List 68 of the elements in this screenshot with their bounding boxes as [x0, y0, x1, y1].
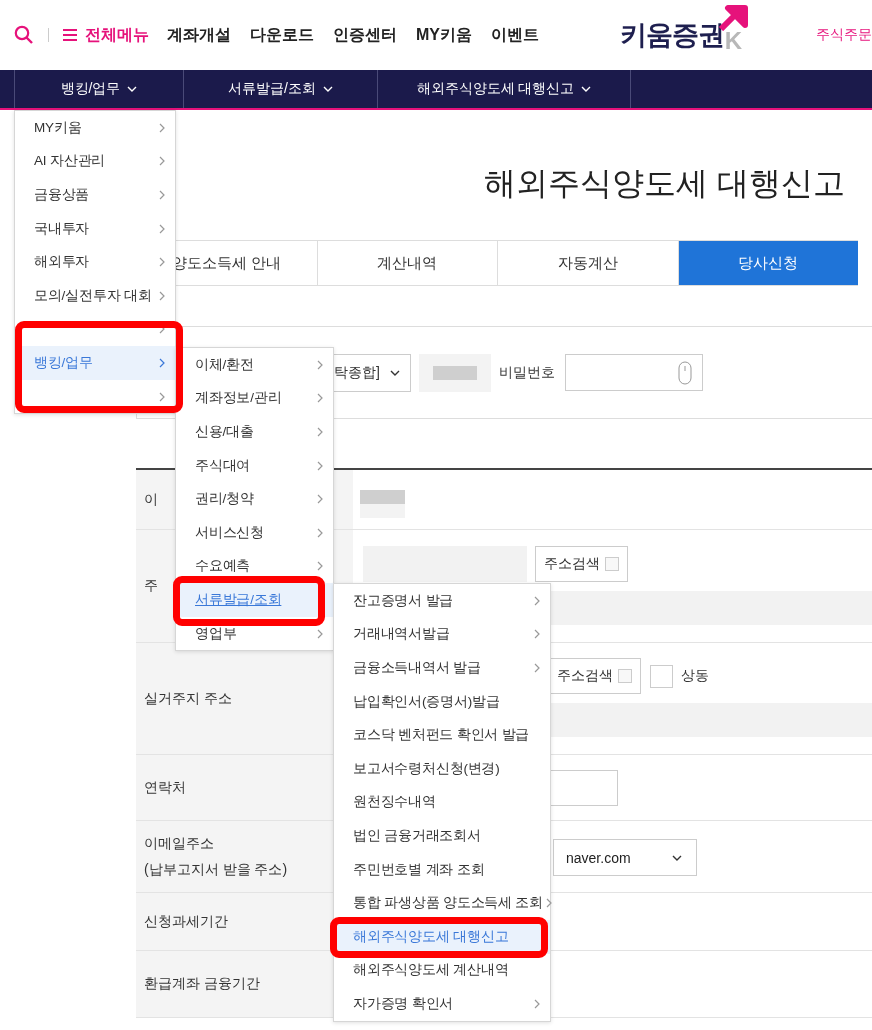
- menu-item[interactable]: 계좌정보/관리: [195, 389, 282, 408]
- menu-item[interactable]: 권리/청약: [195, 490, 254, 509]
- tab[interactable]: 당사신청: [677, 241, 858, 285]
- menu-item[interactable]: 해외주식양도세 계산내역: [353, 961, 509, 980]
- chevron-down-icon: [672, 854, 682, 861]
- menu-item[interactable]: 주식대여: [195, 456, 251, 475]
- same-checkbox[interactable]: [650, 664, 673, 688]
- chevron-down-icon: [127, 86, 138, 92]
- nav-link[interactable]: 다운로드: [250, 24, 314, 46]
- menu-item[interactable]: 국내투자: [34, 219, 90, 238]
- field-label: 이: [144, 490, 158, 509]
- menu-item[interactable]: 영업부: [195, 624, 237, 643]
- menu-item[interactable]: 보고서수령처신청(변경): [353, 759, 500, 778]
- menu-item[interactable]: 금융상품: [34, 186, 90, 204]
- field-label: 연락처: [144, 778, 186, 797]
- chevron-down-icon: [390, 369, 400, 376]
- chevron-down-icon: [581, 86, 592, 92]
- menu-item[interactable]: 법인 금융거래조회서: [353, 826, 481, 845]
- checkbox-icon: [605, 557, 619, 571]
- masked-value: [419, 353, 491, 392]
- address-search-button[interactable]: 주소검색: [548, 658, 641, 694]
- page-title: 해외주식양도세 대행신고: [484, 164, 845, 203]
- field-label: 이메일주소: [144, 834, 214, 853]
- menu-item[interactable]: 납입확인서(증명서)발급: [353, 692, 500, 711]
- menu-item[interactable]: 잔고증명서 발급: [353, 591, 454, 610]
- menu-item[interactable]: MY키움: [34, 118, 82, 137]
- logo-mark: K: [724, 29, 742, 53]
- checkbox-icon: [618, 669, 632, 683]
- nav-link[interactable]: MY키움: [416, 24, 472, 46]
- menu-item[interactable]: 거래내역서발급: [353, 625, 450, 644]
- menu-item[interactable]: 코스닥 벤처펀드 확인서 발급: [353, 726, 530, 745]
- order-link[interactable]: 주식주문: [816, 26, 872, 44]
- menu-item[interactable]: 모의/실전투자 대회: [34, 286, 152, 305]
- all-menu-button[interactable]: 전체메뉴: [63, 24, 149, 46]
- mouse-icon: [678, 360, 692, 385]
- field-label: 실거주지 주소: [144, 689, 232, 708]
- menu-item[interactable]: AI 자산관리: [34, 152, 106, 171]
- menu-item[interactable]: 수요예측: [195, 557, 251, 576]
- field-label: (납부고지서 받을 주소): [144, 860, 288, 879]
- chevron-down-icon: [322, 86, 333, 92]
- menu-item[interactable]: 원천징수내역: [353, 793, 436, 812]
- logo-text[interactable]: 키움증권: [619, 17, 724, 53]
- field-label: 주: [144, 577, 158, 595]
- menu-icon: [63, 29, 77, 41]
- email-domain-select[interactable]: naver.com: [553, 839, 697, 876]
- nav-tab[interactable]: 뱅킹/업무: [14, 70, 183, 108]
- nav-link[interactable]: 인증센터: [333, 24, 397, 46]
- field-label: 환급계좌 금융기간: [144, 975, 260, 993]
- menu-item[interactable]: 금융소득내역서 발급: [353, 659, 481, 677]
- field-label: 신청과세기간: [144, 912, 228, 931]
- nav-link[interactable]: 계좌개설: [167, 24, 231, 46]
- menu-item[interactable]: 통합 파생상품 양도소득세 조회: [353, 894, 544, 913]
- address-field[interactable]: [363, 546, 527, 582]
- menu-item[interactable]: 자가증명 확인서: [353, 994, 454, 1013]
- nav-link[interactable]: 이벤트: [491, 24, 539, 46]
- menu-item[interactable]: 이체/환전: [195, 355, 254, 374]
- password-field[interactable]: [565, 354, 703, 391]
- menu-item[interactable]: 서비스신청: [195, 523, 264, 542]
- menu-item[interactable]: 해외투자: [34, 253, 90, 272]
- masked-value: [360, 490, 405, 518]
- menu-item[interactable]: 주민번호별 계좌 조회: [353, 860, 485, 879]
- search-icon[interactable]: [14, 25, 34, 45]
- address-search-button[interactable]: 주소검색: [535, 546, 628, 582]
- field-label: 비밀번호: [499, 363, 555, 382]
- nav-tab[interactable]: 서류발급/조회: [183, 70, 377, 108]
- checkbox-label: 상동: [681, 667, 709, 685]
- menu-item[interactable]: 신용/대출: [195, 423, 254, 441]
- nav-tab[interactable]: 해외주식양도세 대행신고: [377, 70, 630, 108]
